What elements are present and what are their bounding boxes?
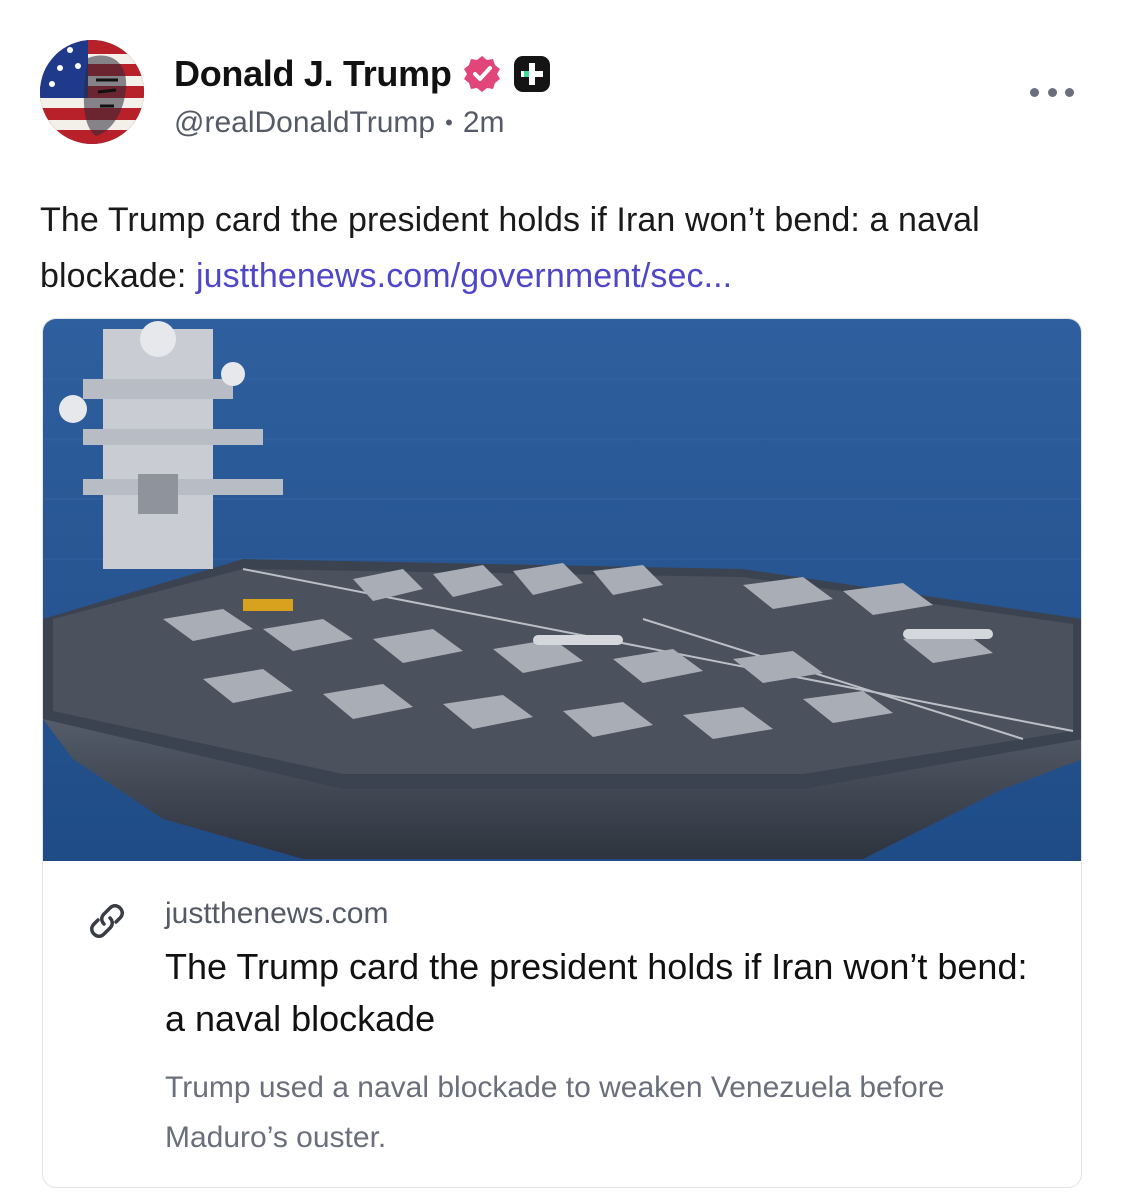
aircraft-carrier-photo [43,319,1081,861]
more-options-icon [1030,87,1039,97]
post-link[interactable]: justthenews.com/government/sec... [196,257,732,295]
more-options-button[interactable] [1030,82,1074,102]
plus-badge-icon [512,54,552,94]
card-description: Trump used a naval blockade to weaken Ve… [165,1071,945,1154]
more-options-icon-dot [1047,87,1057,97]
avatar[interactable] [40,40,144,144]
card-domain: justthenews.com [165,897,389,930]
handle[interactable]: @realDonaldTrump [174,106,435,140]
avatar-image [40,40,144,144]
verified-badge-icon [462,54,502,94]
link-preview-card[interactable]: justthenews.com The Trump card the presi… [42,318,1082,1188]
timestamp[interactable]: 2m [463,106,505,140]
display-name[interactable]: Donald J. Trump [174,53,452,95]
name-row: Donald J. Trump [174,52,552,96]
more-options-icon-dot [1065,87,1074,97]
card-title: The Trump card the president holds if Ir… [165,946,1028,1039]
card-image [43,319,1081,861]
post: Donald J. Trump @realDonaldTrump • 2m Th… [0,0,1124,1200]
link-icon [90,904,124,938]
meta-separator: • [445,110,453,135]
meta-row: @realDonaldTrump • 2m [174,106,505,140]
post-text: The Trump card the president holds if Ir… [40,192,1084,304]
post-header: Donald J. Trump @realDonaldTrump • 2m [40,40,1084,144]
